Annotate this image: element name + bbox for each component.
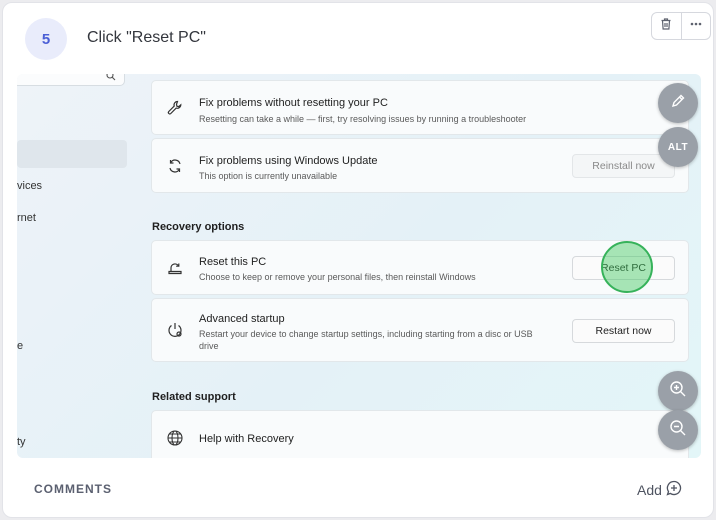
sidebar-item[interactable]: rnet (17, 212, 36, 224)
help-with-recovery-item[interactable]: Help with Recovery (151, 410, 689, 458)
wrench-icon (166, 99, 184, 117)
reset-pc-icon (166, 259, 184, 277)
item-title: Advanced startup (199, 313, 285, 325)
trash-icon (659, 17, 673, 36)
globe-icon (166, 429, 184, 447)
item-title: Fix problems using Windows Update (199, 155, 378, 167)
pencil-icon (670, 93, 686, 114)
zoom-out-button[interactable] (658, 410, 698, 450)
more-horizontal-icon (689, 17, 703, 36)
step-title[interactable]: Click "Reset PC" (87, 29, 206, 47)
item-title: Reset this PC (199, 256, 267, 268)
step-number-badge: 5 (25, 18, 67, 60)
item-description: Restart your device to change startup se… (199, 329, 533, 351)
item-description: This option is currently unavailable (199, 171, 338, 181)
sidebar-active-item[interactable] (17, 140, 127, 168)
sidebar-search-box[interactable] (17, 74, 125, 86)
advanced-startup-icon (166, 321, 184, 339)
zoom-in-button[interactable] (658, 371, 698, 411)
edit-step-button[interactable] (658, 83, 698, 123)
sync-icon (166, 157, 184, 175)
step-card: 5 Click "Reset PC" vices rnet e ty Fix p… (2, 2, 714, 518)
add-comment-icon (666, 480, 682, 499)
search-icon (106, 74, 116, 84)
step-screenshot: vices rnet e ty Fix problems without res… (17, 74, 701, 458)
alt-text-button[interactable]: ALT (658, 127, 698, 167)
advanced-startup-item: Advanced startup Restart your device to … (151, 298, 689, 362)
alt-label: ALT (667, 141, 689, 153)
sidebar-item[interactable]: e (17, 340, 23, 352)
reinstall-now-button: Reinstall now (572, 154, 675, 178)
recovery-options-heading: Recovery options (152, 221, 245, 233)
fix-without-reset-item[interactable]: Fix problems without resetting your PC R… (151, 80, 689, 135)
sidebar-item[interactable]: vices (17, 180, 42, 192)
related-support-heading: Related support (152, 391, 236, 403)
sidebar-item[interactable]: ty (17, 436, 26, 448)
item-title: Help with Recovery (199, 433, 294, 445)
step-actions (651, 12, 711, 40)
zoom-in-icon (669, 380, 687, 403)
delete-button[interactable] (652, 13, 681, 39)
add-comment-label: Add (637, 481, 662, 498)
zoom-out-icon (669, 419, 687, 442)
item-title: Fix problems without resetting your PC (199, 97, 388, 109)
restart-now-button[interactable]: Restart now (572, 319, 675, 343)
add-comment-button[interactable]: Add (637, 480, 682, 499)
click-target-marker (601, 241, 653, 293)
comments-label: COMMENTS (34, 482, 112, 496)
item-description: Choose to keep or remove your personal f… (199, 272, 476, 282)
fix-windows-update-item: Fix problems using Windows Update This o… (151, 138, 689, 193)
item-description: Resetting can take a while — first, try … (199, 114, 527, 124)
more-options-button[interactable] (680, 13, 711, 39)
